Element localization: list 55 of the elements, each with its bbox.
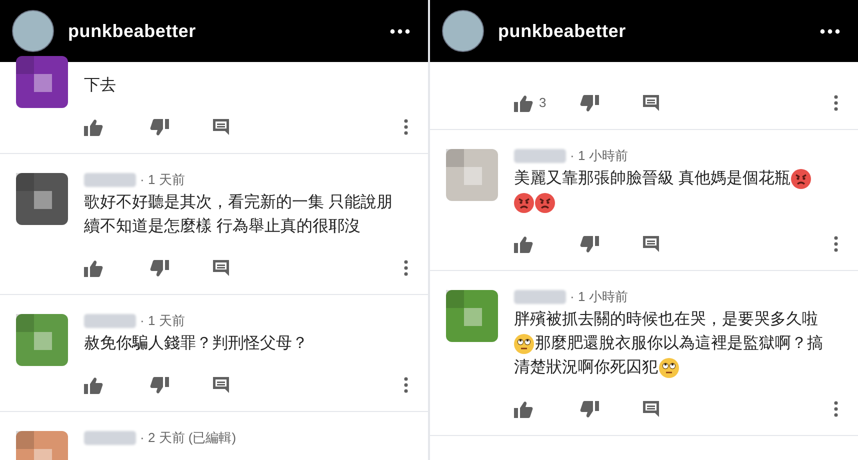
thumbs-up-icon[interactable] <box>514 400 533 418</box>
thumbs-down-icon[interactable] <box>580 236 599 252</box>
comment-text: 胖殯被抓去關的時候也在哭，是要哭多久啦 <box>514 310 818 330</box>
redacted-name <box>84 314 136 328</box>
redacted-name <box>514 149 566 163</box>
comment-icon[interactable] <box>642 94 660 112</box>
thumbs-up-icon[interactable] <box>84 118 103 136</box>
comment-text: 清楚狀況啊你死囚犯 <box>514 358 658 378</box>
thumbs-down-icon[interactable] <box>150 260 169 276</box>
more-options-icon[interactable] <box>820 28 840 34</box>
like-count: 3 <box>539 94 546 112</box>
comment-text: 美麗又靠那張帥臉晉級 真他媽是個花瓶 <box>514 168 790 189</box>
comment-icon[interactable] <box>212 259 230 277</box>
comment-icon[interactable] <box>642 235 660 253</box>
thumbs-down-icon[interactable] <box>580 400 599 418</box>
more-options-icon[interactable] <box>404 377 408 393</box>
more-options-icon[interactable] <box>834 401 838 417</box>
thumbs-down-icon[interactable] <box>150 376 169 394</box>
comment-text: 下去 <box>84 76 116 96</box>
redacted-name <box>514 290 566 304</box>
thumbs-down-icon[interactable] <box>580 94 599 112</box>
comment-icon[interactable] <box>212 376 230 394</box>
redacted-name <box>84 431 136 445</box>
username[interactable]: punkbeabetter <box>68 18 196 44</box>
profile-avatar[interactable] <box>12 10 54 52</box>
more-options-icon[interactable] <box>390 28 410 34</box>
thumbs-up-icon[interactable] <box>514 94 533 112</box>
comment-time: · 1 小時前 <box>570 147 628 166</box>
comment-icon[interactable] <box>642 400 660 418</box>
redacted-name <box>84 173 136 187</box>
profile-avatar[interactable] <box>442 10 484 52</box>
pixelated-avatar[interactable] <box>16 173 68 225</box>
comment-text: 那麼肥還脫衣服你以為這裡是監獄啊？搞 <box>535 334 823 354</box>
comment-text: 歌好不好聽是其次，看完新的一集 只能說朋 <box>84 192 392 213</box>
more-options-icon[interactable] <box>834 95 838 111</box>
thumbs-up-icon[interactable] <box>84 260 103 276</box>
comment-time: · 1 天前 <box>140 171 185 190</box>
comment-icon[interactable] <box>212 118 230 136</box>
more-options-icon[interactable] <box>834 236 838 252</box>
thumbs-down-icon[interactable] <box>150 118 169 136</box>
angry-face-icon <box>535 193 555 213</box>
comment-time: · 1 天前 <box>140 312 185 330</box>
angry-face-icon <box>514 193 534 213</box>
thumbs-up-icon[interactable] <box>84 376 103 394</box>
thumbs-up-icon[interactable] <box>514 236 533 252</box>
comment-text: 續不知道是怎麼樣 行為舉止真的很耶沒 <box>84 216 360 237</box>
angry-face-icon <box>791 169 812 189</box>
eye-roll-face-icon <box>514 334 534 354</box>
comment-text: 赦免你騙人錢罪？判刑怪父母？ <box>84 334 308 354</box>
comment-time: · 1 小時前 <box>570 288 628 306</box>
username[interactable]: punkbeabetter <box>498 18 626 44</box>
more-options-icon[interactable] <box>404 119 408 135</box>
eye-roll-face-icon <box>659 358 679 378</box>
more-options-icon[interactable] <box>404 260 408 276</box>
comment-time: · 2 天前 (已編輯) <box>140 429 236 448</box>
